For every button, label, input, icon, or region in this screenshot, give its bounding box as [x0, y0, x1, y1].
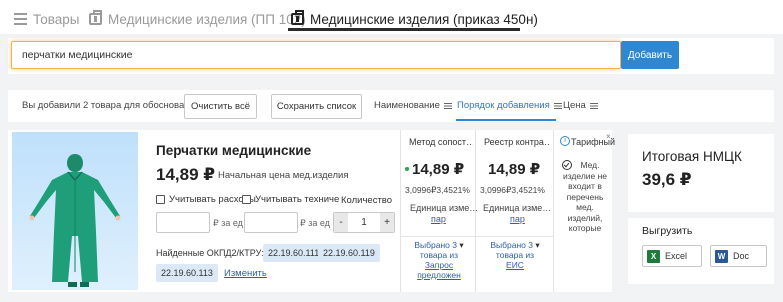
okpd-code-tag[interactable]: 22.19.60.111 [263, 244, 325, 262]
sort-icon [589, 102, 598, 109]
export-label: Выгрузить [642, 225, 693, 237]
category-tabs: Товары Медицинские изделия (ПП 102) Меди… [0, 0, 783, 34]
column-divider [476, 236, 554, 237]
surgical-gown-image [29, 154, 121, 287]
tech-cost-field[interactable] [244, 212, 298, 233]
selected-line: Запрос [424, 260, 454, 270]
note-line: изделий, [567, 212, 603, 223]
search-input[interactable] [11, 41, 621, 69]
close-icon[interactable]: × [606, 132, 611, 141]
selected-line: Выбрано 3 [414, 240, 457, 250]
unit-label: Единица изме… [483, 203, 552, 213]
sort-icon [443, 102, 452, 109]
sort-label: Порядок добавления [457, 100, 550, 111]
quantity-label: Количество [341, 195, 393, 206]
note-line: изделие не [562, 170, 608, 181]
list-toolbar: Вы добавили 2 товара для обоснования Очи… [8, 90, 774, 122]
medical-bag-icon [291, 10, 304, 25]
selected-line: Выбрано 3 [490, 240, 533, 250]
export-excel-button[interactable]: X Excel [642, 245, 702, 267]
selected-line: товара из [419, 250, 459, 260]
product-image [12, 132, 138, 290]
button-label: Excel [665, 251, 688, 261]
initial-price: 14,89 ₽ [156, 165, 216, 184]
save-list-button[interactable]: Сохранить список [271, 94, 362, 119]
tariff-column: i Тарифный × Мед. изделие не входит в пе… [553, 130, 615, 292]
clear-all-button[interactable]: Очистить всё [184, 94, 257, 119]
okpd-code-tag[interactable]: 22.19.60.113 [156, 264, 218, 282]
sort-icon [553, 102, 562, 109]
tab-label: Товары [33, 11, 80, 27]
selected-line: предложен [417, 270, 461, 280]
active-sort-indicator [456, 119, 556, 121]
info-icon[interactable]: i [560, 136, 570, 146]
delivery-cost-field[interactable] [156, 212, 210, 233]
checkbox-box[interactable] [242, 195, 251, 204]
tab-medical-450n[interactable]: Медицинские изделия (приказ 450н) [291, 8, 538, 30]
product-card: Перчатки медицинские 14,89 ₽ Начальная ц… [8, 130, 615, 292]
sort-by-name[interactable]: Наименование [374, 100, 452, 111]
decrement-button[interactable]: - [334, 213, 348, 232]
tech-costs-checkbox[interactable]: Учитывать техниче [242, 194, 339, 205]
added-count-text: Вы добавили 2 товара для обоснования [22, 100, 200, 111]
column-header[interactable]: Метод сопост… [409, 137, 473, 147]
button-label: Doc [733, 251, 750, 261]
okpd-code-tag[interactable]: 22.19.60.119 [318, 244, 380, 262]
status-dot [405, 167, 409, 171]
export-panel: Выгрузить X Excel W Doc [628, 218, 774, 284]
active-tab-indicator [288, 28, 520, 31]
search-bar: Добавить [8, 38, 774, 74]
delivery-costs-checkbox[interactable]: Учитывать расходы [156, 194, 256, 205]
note-line: входит в [568, 181, 602, 191]
selected-line: ЕИС [506, 260, 524, 270]
sort-by-order[interactable]: Порядок добавления [457, 100, 562, 111]
contract-registry-column: Реестр контра… 14,89 ₽ 3,0996₽3,4521% Ед… [475, 130, 554, 292]
sort-label: Наименование [374, 100, 440, 111]
medical-bag-icon [89, 10, 102, 25]
increment-button[interactable]: + [380, 213, 394, 232]
method-comparison-column: Метод сопост… 14,89 ₽ 3,0996₽3,4521% Еди… [400, 130, 479, 292]
tariff-note: Мед. изделие не входит в перечень мед. и… [560, 160, 610, 234]
sort-label: Цена [563, 100, 586, 111]
column-header[interactable]: Реестр контра… [484, 137, 550, 147]
note-line: мед. [576, 202, 594, 212]
add-button[interactable]: Добавить [621, 41, 679, 69]
note-line: Мед. [580, 160, 600, 170]
sort-by-price[interactable]: Цена [563, 100, 598, 111]
total-price-value: 39,6 ₽ [642, 170, 692, 189]
unit-link[interactable]: пар [431, 214, 446, 224]
tab-label: Медицинские изделия (приказ 450н) [310, 11, 538, 27]
tab-label: Медицинские изделия (ПП 102) [108, 11, 306, 27]
per-unit-label: ₽ за ед [300, 218, 330, 228]
column-price: 14,89 ₽ [412, 161, 465, 178]
export-doc-button[interactable]: W Doc [710, 245, 767, 267]
change-okpd-link[interactable]: Изменить [224, 268, 267, 279]
total-price-panel: Итоговая НМЦК 39,6 ₽ [628, 134, 774, 212]
per-unit-label: ₽ за ед [213, 218, 243, 228]
quantity-value[interactable]: 1 [348, 217, 380, 228]
selected-line: товара из [495, 250, 535, 260]
list-icon [14, 13, 27, 25]
column-deviation: 3,0996₽3,4521% [405, 185, 470, 195]
product-name: Перчатки медицинские [156, 143, 312, 158]
tab-goods[interactable]: Товары [14, 8, 79, 30]
unit-link[interactable]: пар [510, 214, 525, 224]
total-price-label: Итоговая НМЦК [642, 149, 742, 164]
note-line: перечень [566, 191, 604, 202]
column-deviation: 3,0996₽3,4521% [480, 185, 545, 195]
selected-goods-link[interactable]: Выбрано 3 ▾ товара из ЕИС [482, 240, 548, 270]
column-divider [401, 236, 476, 237]
excel-icon: X [647, 249, 660, 263]
note-line: которые [568, 223, 602, 233]
initial-price-label: Начальная цена мед.изделия [218, 170, 349, 181]
quantity-stepper: - 1 + [333, 212, 395, 233]
column-price: 14,89 ₽ [488, 161, 541, 178]
selected-goods-link[interactable]: Выбрано 3 ▾ товара из Запрос предложен [407, 240, 471, 280]
unit-label: Единица изме… [410, 203, 479, 213]
okpd-label: Найденные ОКПД2/КТРУ: [156, 248, 264, 258]
tab-medical-pp102[interactable]: Медицинские изделия (ПП 102) [89, 8, 306, 30]
word-icon: W [715, 249, 728, 263]
checkbox-box[interactable] [156, 195, 165, 204]
checkbox-label: Учитывать техниче [255, 194, 340, 205]
